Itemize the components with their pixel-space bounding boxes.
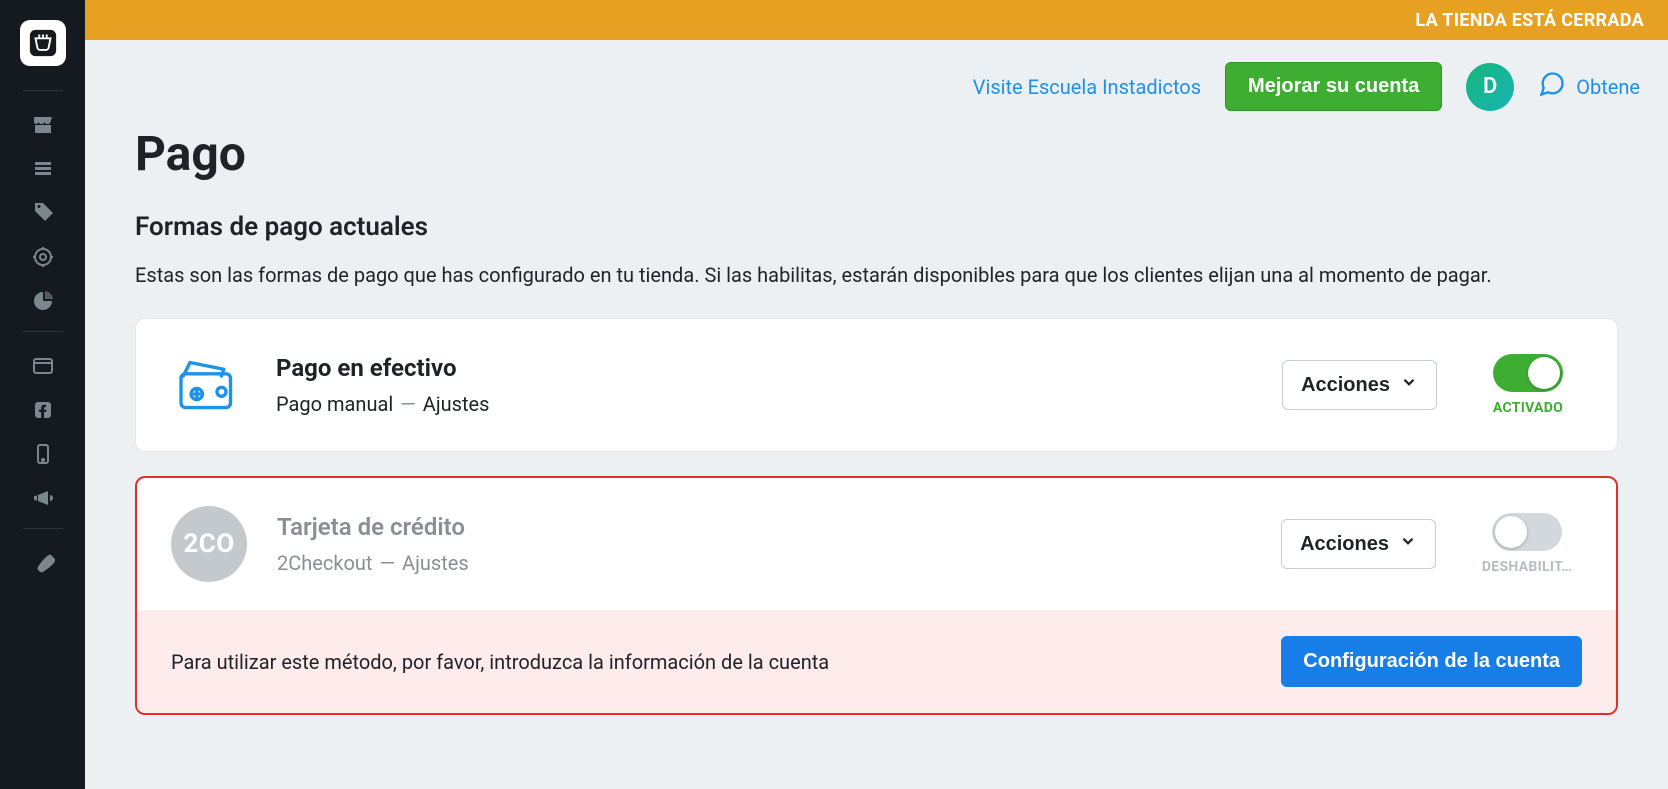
sidebar-item-site[interactable]	[0, 346, 85, 390]
section-title: Formas de pago actuales	[135, 212, 1618, 242]
method-settings-link[interactable]: Ajustes	[402, 551, 469, 575]
section-description: Estas son las formas de pago que has con…	[135, 260, 1618, 290]
card-body: 2CO Tarjeta de crédito 2Checkout — Ajust…	[137, 478, 1616, 610]
app-logo[interactable]	[20, 20, 66, 66]
toggle-stack: ACTIVADO	[1473, 354, 1583, 416]
brush-icon	[31, 551, 55, 579]
sidebar-item-target[interactable]	[0, 237, 85, 281]
mobile-icon	[31, 442, 55, 470]
get-help-link[interactable]: Obtene	[1538, 70, 1640, 103]
sidebar	[0, 0, 85, 789]
card-warning-footer: Para utilizar este método, por favor, in…	[137, 610, 1616, 713]
actions-dropdown-button[interactable]: Acciones	[1281, 519, 1436, 569]
layers-icon	[31, 157, 55, 185]
store-closed-banner: LA TIENDA ESTÁ CERRADA	[85, 0, 1668, 40]
header: Visite Escuela Instadictos Mejorar su cu…	[85, 40, 1668, 115]
actions-dropdown-button[interactable]: Acciones	[1282, 360, 1437, 410]
enable-toggle[interactable]	[1493, 354, 1563, 392]
facebook-icon	[31, 398, 55, 426]
sidebar-item-mobile[interactable]	[0, 434, 85, 478]
sidebar-divider	[23, 90, 63, 91]
method-title: Tarjeta de crédito	[277, 513, 1251, 541]
sidebar-item-marketing[interactable]	[0, 478, 85, 522]
toggle-status-label: ACTIVADO	[1473, 400, 1583, 416]
actions-label: Acciones	[1300, 533, 1389, 556]
method-provider: Pago manual	[276, 392, 393, 416]
method-subtitle: Pago manual — Ajustes	[276, 392, 1252, 416]
sidebar-item-catalog[interactable]	[0, 149, 85, 193]
method-subtitle: 2Checkout — Ajustes	[277, 551, 1251, 575]
method-actions: Acciones DESHABILIT…	[1281, 513, 1582, 575]
method-info: Pago en efectivo Pago manual — Ajustes	[276, 354, 1252, 416]
enable-toggle[interactable]	[1492, 513, 1562, 551]
content: Pago Formas de pago actuales Estas son l…	[85, 115, 1668, 789]
card-body: Pago en efectivo Pago manual — Ajustes A…	[136, 319, 1617, 451]
get-help-label: Obtene	[1576, 75, 1640, 99]
separator: —	[379, 551, 395, 575]
chevron-down-icon	[1399, 532, 1417, 556]
warning-text: Para utilizar este método, por favor, in…	[171, 650, 829, 674]
browser-icon	[31, 354, 55, 382]
account-configuration-button[interactable]: Configuración de la cuenta	[1281, 636, 1582, 687]
main: LA TIENDA ESTÁ CERRADA Visite Escuela In…	[85, 0, 1668, 789]
sidebar-item-design[interactable]	[0, 543, 85, 587]
wallet-icon	[170, 347, 246, 423]
actions-label: Acciones	[1301, 374, 1390, 397]
avatar[interactable]: D	[1466, 63, 1514, 111]
upgrade-account-button[interactable]: Mejorar su cuenta	[1225, 62, 1442, 111]
method-info: Tarjeta de crédito 2Checkout — Ajustes	[277, 513, 1251, 575]
method-provider: 2Checkout	[277, 551, 372, 575]
pie-chart-icon	[31, 289, 55, 317]
method-title: Pago en efectivo	[276, 354, 1252, 382]
toggle-status-label: DESHABILIT…	[1472, 559, 1582, 575]
sidebar-item-storefront[interactable]	[0, 105, 85, 149]
sidebar-item-reports[interactable]	[0, 281, 85, 325]
separator: —	[400, 392, 416, 416]
sidebar-item-discounts[interactable]	[0, 193, 85, 237]
page-title: Pago	[135, 125, 1618, 182]
sidebar-divider	[23, 528, 63, 529]
method-actions: Acciones ACTIVADO	[1282, 354, 1583, 416]
payment-method-card: Pago en efectivo Pago manual — Ajustes A…	[135, 318, 1618, 452]
tag-icon	[31, 201, 55, 229]
sidebar-divider	[23, 331, 63, 332]
target-icon	[31, 245, 55, 273]
method-settings-link[interactable]: Ajustes	[423, 392, 490, 416]
visit-school-link[interactable]: Visite Escuela Instadictos	[973, 75, 1201, 99]
megaphone-icon	[31, 486, 55, 514]
payment-method-card: 2CO Tarjeta de crédito 2Checkout — Ajust…	[135, 476, 1618, 715]
store-closed-text: LA TIENDA ESTÁ CERRADA	[1415, 10, 1644, 31]
twocheckout-icon: 2CO	[171, 506, 247, 582]
chat-icon	[1538, 70, 1566, 103]
twocheckout-icon-text: 2CO	[183, 529, 234, 559]
chevron-down-icon	[1400, 373, 1418, 397]
sidebar-item-facebook[interactable]	[0, 390, 85, 434]
toggle-stack: DESHABILIT…	[1472, 513, 1582, 575]
storefront-icon	[31, 113, 55, 141]
